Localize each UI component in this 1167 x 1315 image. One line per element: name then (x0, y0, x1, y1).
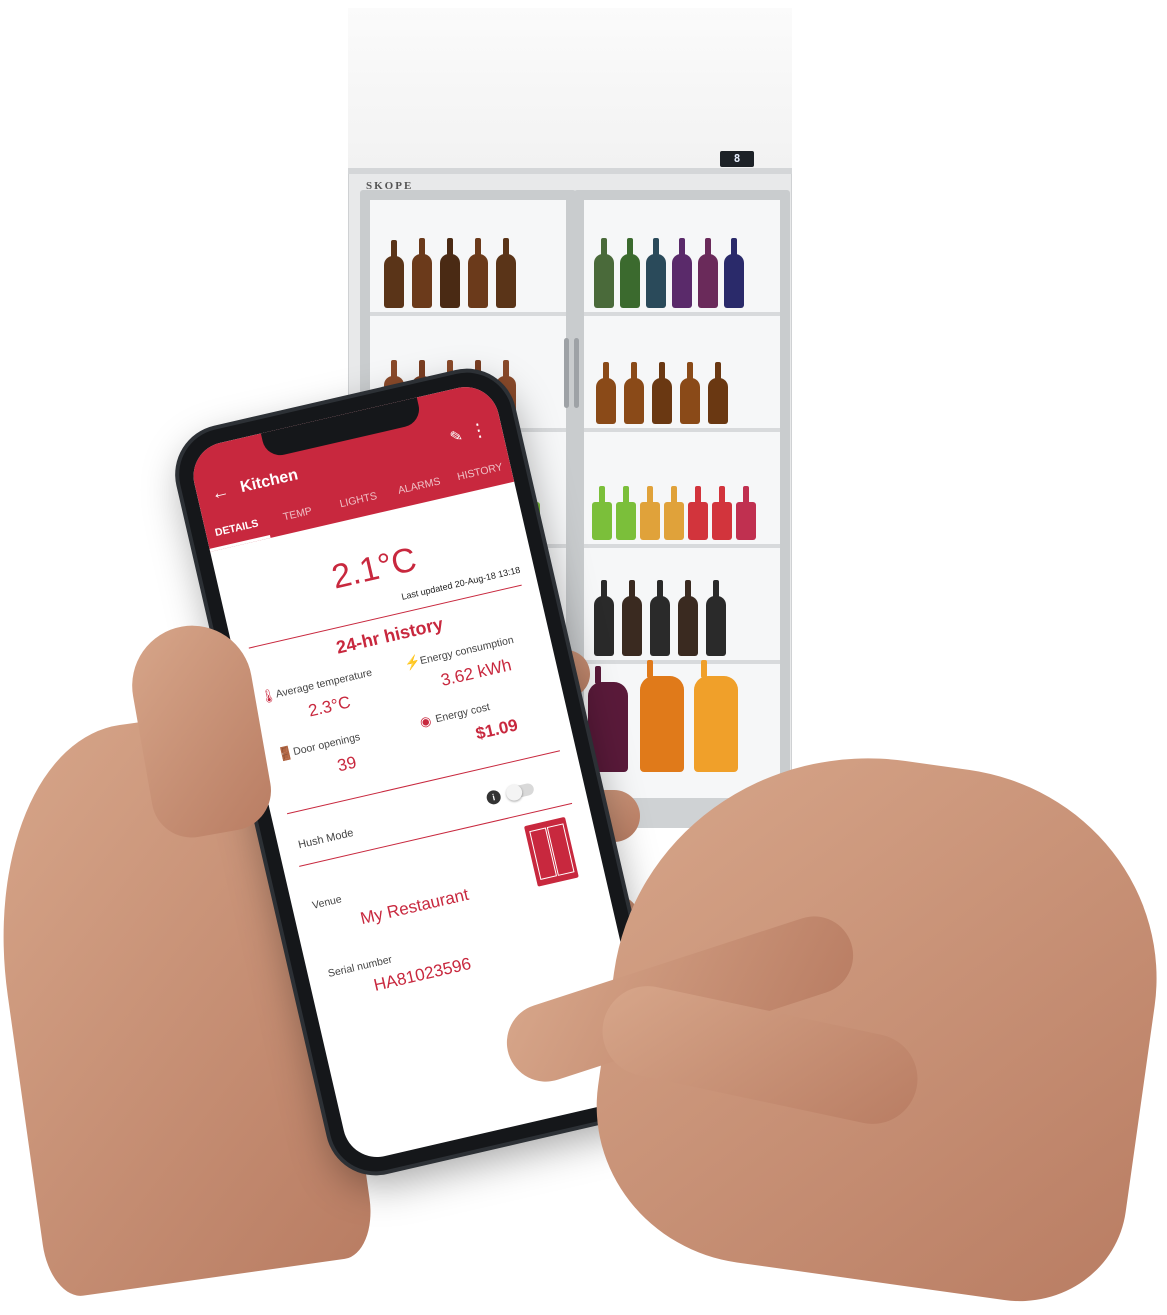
fridge-shelf (584, 548, 780, 664)
back-arrow-icon[interactable]: ← (209, 480, 231, 505)
hush-mode-toggle[interactable] (504, 782, 535, 803)
average-temperature-label: Average temperature (274, 666, 374, 701)
energy-cost-value: $1.09 (473, 715, 520, 744)
fridge-icon (523, 816, 579, 887)
fridge-canopy (348, 8, 792, 174)
venue-label: Venue (311, 893, 343, 912)
tab-alarms[interactable]: ALARMS (386, 466, 454, 509)
coins-icon: ◉ (418, 712, 433, 730)
tab-temp[interactable]: TEMP (264, 495, 332, 538)
fridge-door-handle (564, 338, 569, 408)
divider (286, 750, 561, 815)
more-options-icon[interactable]: ⋮ (468, 419, 490, 444)
hush-mode-label: Hush Mode (297, 826, 355, 852)
fridge-shelf (584, 316, 780, 432)
toggle-knob (504, 783, 524, 803)
page-title: Kitchen (238, 466, 300, 497)
fridge-shelf (584, 660, 780, 776)
fridge-shelf (584, 200, 780, 316)
info-icon[interactable]: i (485, 788, 503, 806)
app-bar: ← Kitchen ✎ ⋮ DETAILS TEMP LIGHTS ALARMS… (186, 380, 515, 552)
last-updated-value: 20-Aug-18 13:18 (453, 564, 522, 590)
fridge-shelf (584, 432, 780, 548)
fridge-shelf (370, 200, 566, 316)
tab-history[interactable]: HISTORY (447, 452, 515, 495)
tab-details[interactable]: DETAILS (203, 508, 271, 552)
energy-cost-label: Energy cost (434, 701, 492, 726)
edit-pencil-icon[interactable]: ✎ (448, 426, 464, 446)
fridge-door-handle (574, 338, 579, 408)
last-updated-label: Last updated (400, 580, 454, 602)
average-temperature-value: 2.3°C (306, 692, 353, 721)
fridge-door-right (574, 190, 790, 810)
tab-lights[interactable]: LIGHTS (325, 480, 393, 523)
fridge-temperature-display: 8 (720, 151, 754, 167)
door-openings-value: 39 (335, 752, 359, 776)
venue-value: My Restaurant (358, 884, 471, 929)
